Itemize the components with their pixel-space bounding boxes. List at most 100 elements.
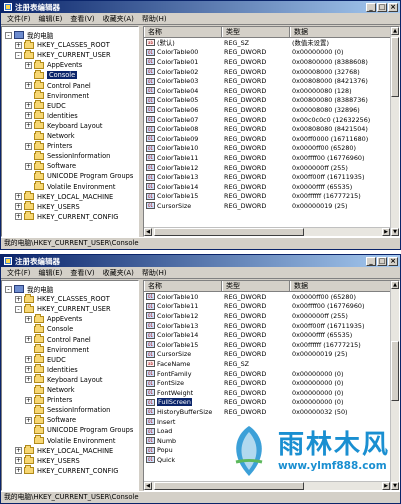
value-row[interactable]: 01 Quick bbox=[144, 455, 399, 465]
value-row[interactable]: 01 ColorTable11 REG_DWORD 0x00ffff00 (16776… bbox=[144, 153, 399, 163]
horizontal-scrollbar[interactable]: ◀ ▶ bbox=[144, 481, 390, 490]
expand-icon[interactable]: + bbox=[25, 112, 32, 120]
expand-icon[interactable]: + bbox=[25, 315, 32, 323]
value-list[interactable]: 名称 类型 数据 ab (默认) REG_SZ (数值未设置) 01 ColorTable… bbox=[143, 26, 400, 237]
tree-node[interactable]: + AppEvents bbox=[25, 313, 82, 324]
expand-icon[interactable]: + bbox=[15, 447, 22, 455]
value-row[interactable]: 01 ColorTable03 REG_DWORD 0x00808000 (84213… bbox=[144, 76, 399, 86]
column-data[interactable]: 数据 bbox=[290, 281, 399, 291]
value-row[interactable]: ab FaceName REG_SZ bbox=[144, 359, 399, 369]
menu-favorites[interactable]: 收藏夹(A) bbox=[99, 14, 138, 24]
tree-node[interactable]: Network bbox=[25, 384, 75, 395]
value-row[interactable]: 01 ColorTable07 REG_DWORD 0x00c0c0c0 (12632… bbox=[144, 115, 399, 125]
expand-icon[interactable]: + bbox=[15, 193, 22, 201]
tree-node[interactable]: + EUDC bbox=[25, 100, 66, 111]
expand-icon[interactable]: + bbox=[25, 142, 32, 150]
tree-node[interactable]: + Software bbox=[25, 414, 76, 425]
tree-node[interactable]: - HKEY_CURRENT_USER bbox=[15, 49, 111, 60]
maximize-button[interactable]: □ bbox=[377, 256, 387, 266]
tree-node[interactable]: UNICODE Program Groups bbox=[25, 424, 133, 435]
minimize-button[interactable]: _ bbox=[366, 2, 376, 12]
scroll-right-arrow[interactable]: ▶ bbox=[382, 228, 390, 236]
expand-icon[interactable]: + bbox=[15, 213, 22, 221]
column-type[interactable]: 类型 bbox=[222, 281, 290, 291]
value-row[interactable]: 01 ColorTable13 REG_DWORD 0x00ff00ff (16711… bbox=[144, 321, 399, 331]
value-row[interactable]: 01 ColorTable08 REG_DWORD 0x00808080 (84215… bbox=[144, 124, 399, 134]
menu-help[interactable]: 帮助(H) bbox=[138, 14, 171, 24]
value-row[interactable]: 01 ColorTable14 REG_DWORD 0x0000ffff (65535… bbox=[144, 330, 399, 340]
menu-view[interactable]: 查看(V) bbox=[66, 268, 98, 278]
value-row[interactable]: 01 FontFamily REG_DWORD 0x00000000 (0) bbox=[144, 369, 399, 379]
tree-node[interactable]: SessionInformation bbox=[25, 150, 110, 161]
value-row[interactable]: 01 ColorTable15 REG_DWORD 0x00ffffff (16777… bbox=[144, 192, 399, 202]
value-row[interactable]: 01 FontSize REG_DWORD 0x00000000 (0) bbox=[144, 378, 399, 388]
value-row[interactable]: 01 ColorTable13 REG_DWORD 0x00ff00ff (16711… bbox=[144, 172, 399, 182]
menu-help[interactable]: 帮助(H) bbox=[138, 268, 171, 278]
value-row[interactable]: 01 ColorTable15 REG_DWORD 0x00ffffff (16777… bbox=[144, 340, 399, 350]
value-row[interactable]: 01 ColorTable11 REG_DWORD 0x00ffff00 (16776… bbox=[144, 302, 399, 312]
column-name[interactable]: 名称 bbox=[144, 27, 222, 37]
horizontal-scrollbar[interactable]: ◀ ▶ bbox=[144, 227, 390, 236]
minimize-button[interactable]: _ bbox=[366, 256, 376, 266]
expand-icon[interactable]: + bbox=[25, 122, 32, 130]
expand-icon[interactable]: + bbox=[15, 467, 22, 475]
value-list[interactable]: 名称 类型 数据 01 ColorTable10 REG_DWORD 0x0000ff… bbox=[143, 280, 400, 491]
tree-node[interactable]: SessionInformation bbox=[25, 404, 110, 415]
value-row[interactable]: 01 Load bbox=[144, 426, 399, 436]
column-type[interactable]: 类型 bbox=[222, 27, 290, 37]
scroll-up-arrow[interactable]: ▲ bbox=[391, 27, 399, 35]
tree-node[interactable]: + Control Panel bbox=[25, 80, 91, 91]
expand-icon[interactable]: + bbox=[25, 82, 32, 89]
tree-node[interactable]: + Identities bbox=[25, 110, 78, 121]
value-row[interactable]: 01 ColorTable06 REG_DWORD 0x00008080 (32896… bbox=[144, 105, 399, 115]
tree-node[interactable]: + Keyboard Layout bbox=[25, 120, 103, 131]
value-row[interactable]: 01 ColorTable01 REG_DWORD 0x00800000 (83886… bbox=[144, 57, 399, 67]
tree-node[interactable]: + Software bbox=[25, 160, 76, 171]
collapse-icon[interactable]: - bbox=[15, 305, 22, 313]
tree-node[interactable]: + Printers bbox=[25, 140, 72, 151]
hscroll-thumb[interactable] bbox=[154, 482, 304, 490]
value-row[interactable]: 01 Popu bbox=[144, 446, 399, 456]
collapse-icon[interactable]: - bbox=[5, 31, 12, 39]
tree-node[interactable]: + HKEY_CLASSES_ROOT bbox=[15, 293, 110, 304]
scroll-down-arrow[interactable]: ▼ bbox=[391, 228, 399, 236]
value-row[interactable]: 01 CursorSize REG_DWORD 0x00000019 (25) bbox=[144, 350, 399, 360]
expand-icon[interactable]: + bbox=[25, 356, 32, 364]
key-tree[interactable]: - 我的电脑 + HKEY_CLASSES_ROOT - HKEY_CURRENT_USE… bbox=[1, 280, 139, 491]
expand-icon[interactable]: + bbox=[15, 41, 22, 49]
tree-node[interactable]: + HKEY_USERS bbox=[15, 455, 80, 466]
vertical-scrollbar[interactable]: ▲ ▼ bbox=[390, 281, 399, 490]
tree-node[interactable]: + HKEY_CURRENT_CONFIG bbox=[15, 465, 118, 476]
vertical-scrollbar[interactable]: ▲ ▼ bbox=[390, 27, 399, 236]
tree-node[interactable]: + Control Panel bbox=[25, 334, 91, 345]
value-row[interactable]: 01 CursorSize REG_DWORD 0x00000019 (25) bbox=[144, 201, 399, 211]
close-button[interactable]: × bbox=[388, 2, 398, 12]
tree-node[interactable]: + AppEvents bbox=[25, 59, 82, 70]
tree-node[interactable]: + HKEY_CURRENT_CONFIG bbox=[15, 211, 118, 222]
value-row[interactable]: 01 ColorTable10 REG_DWORD 0x0000ff00 (65280… bbox=[144, 144, 399, 154]
tree-node[interactable]: - HKEY_CURRENT_USER bbox=[15, 303, 111, 314]
tree-node[interactable]: + HKEY_USERS bbox=[15, 201, 80, 212]
tree-node[interactable]: Volatile Environment bbox=[25, 181, 115, 192]
tree-node[interactable]: + Keyboard Layout bbox=[25, 374, 103, 385]
menu-favorites[interactable]: 收藏夹(A) bbox=[99, 268, 138, 278]
scroll-left-arrow[interactable]: ◀ bbox=[144, 482, 152, 490]
expand-icon[interactable]: + bbox=[25, 366, 32, 374]
menu-edit[interactable]: 编辑(E) bbox=[35, 268, 67, 278]
value-row[interactable]: 01 Insert bbox=[144, 417, 399, 427]
expand-icon[interactable]: + bbox=[25, 162, 32, 170]
value-row[interactable]: 01 ColorTable00 REG_DWORD 0x00000000 (0) bbox=[144, 48, 399, 58]
menu-view[interactable]: 查看(V) bbox=[66, 14, 98, 24]
expand-icon[interactable]: + bbox=[25, 102, 32, 110]
key-tree[interactable]: - 我的电脑 + HKEY_CLASSES_ROOT - HKEY_CURRENT_USE… bbox=[1, 26, 139, 237]
expand-icon[interactable]: + bbox=[25, 376, 32, 384]
expand-icon[interactable]: + bbox=[15, 203, 22, 211]
menu-file[interactable]: 文件(F) bbox=[3, 14, 35, 24]
tree-node[interactable]: Network bbox=[25, 130, 75, 141]
collapse-icon[interactable]: - bbox=[15, 51, 22, 59]
tree-node[interactable]: Environment bbox=[25, 90, 89, 101]
expand-icon[interactable]: + bbox=[25, 396, 32, 404]
menu-edit[interactable]: 编辑(E) bbox=[35, 14, 67, 24]
tree-node[interactable]: - 我的电脑 bbox=[5, 30, 53, 40]
maximize-button[interactable]: □ bbox=[377, 2, 387, 12]
